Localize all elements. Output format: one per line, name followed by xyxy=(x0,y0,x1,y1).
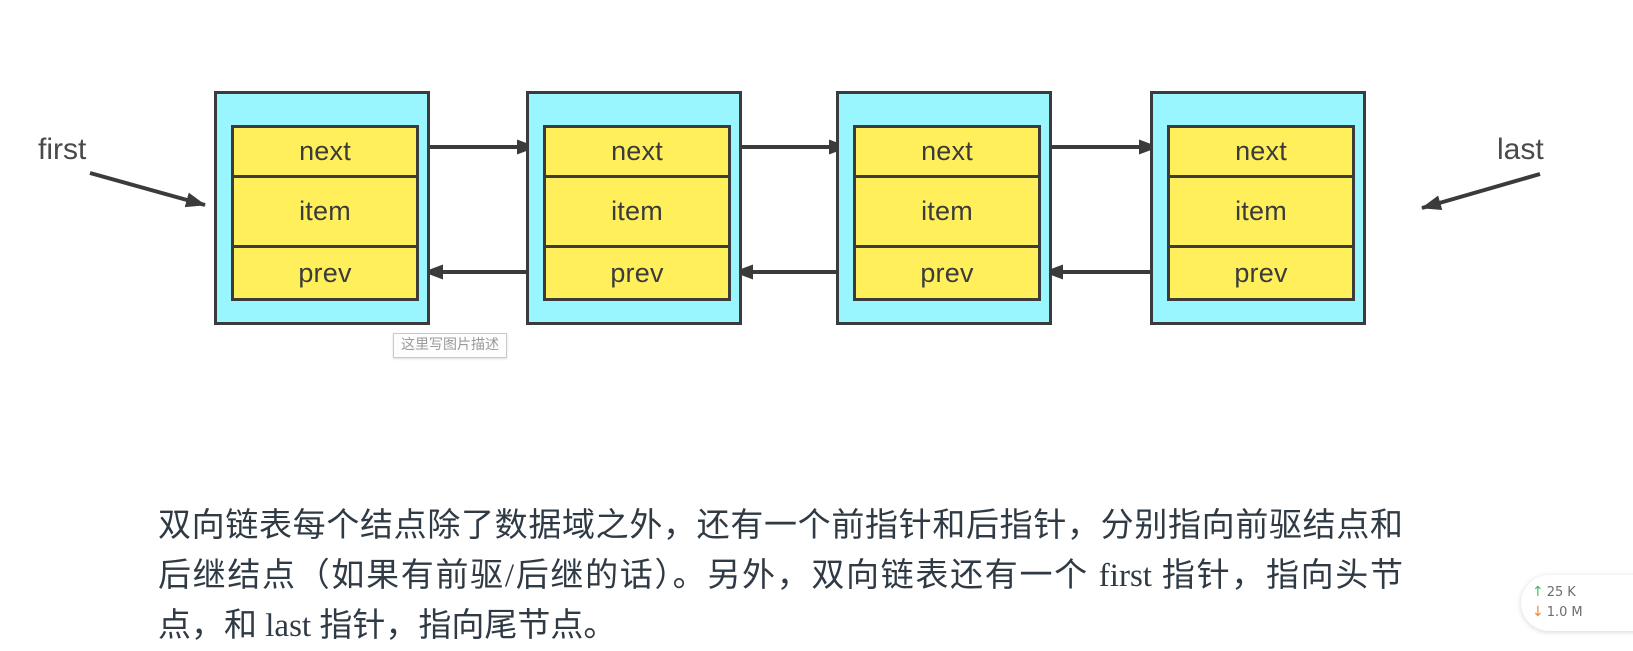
list-node-3-field-next: next xyxy=(856,128,1038,178)
download-speed-row: ↓ 1.0 M xyxy=(1532,602,1633,622)
list-node-3-fields: next item prev xyxy=(853,125,1041,301)
list-node-4-field-prev: prev xyxy=(1234,257,1288,288)
pointer-label-first: first xyxy=(38,133,87,166)
list-node-1-fields: next item prev xyxy=(231,125,419,301)
list-node-3: next item prev xyxy=(836,91,1052,325)
list-node-4-fields: next item prev xyxy=(1167,125,1355,301)
list-node-1-field-next: next xyxy=(234,128,416,178)
list-node-1-field-prev: prev xyxy=(298,257,352,288)
arrow-down-icon: ↓ xyxy=(1532,604,1544,620)
download-speed-unit: M xyxy=(1571,604,1583,620)
list-node-2-field-next: next xyxy=(546,128,728,178)
upload-speed-row: ↑ 25 K xyxy=(1532,582,1633,602)
article-paragraph: 双向链表每个结点除了数据域之外，还有一个前指针和后指针，分别指向前驱结点和后继结… xyxy=(158,508,1403,644)
list-node-3-field-prev: prev xyxy=(920,257,974,288)
list-node-2-field-prev: prev xyxy=(610,257,664,288)
arrow-up-icon: ↑ xyxy=(1532,584,1544,600)
linked-list-diagram: next item prev next item prev next item … xyxy=(0,0,1633,400)
list-node-1-field-item: item xyxy=(234,178,416,248)
list-node-4: next item prev xyxy=(1150,91,1366,325)
arrow-first-pointer xyxy=(89,171,206,208)
list-node-2-field-item: item xyxy=(546,178,728,248)
list-node-4-field-next: next xyxy=(1170,128,1352,178)
upload-speed-unit: K xyxy=(1567,584,1576,600)
list-node-4-field-item: item xyxy=(1170,178,1352,248)
list-node-2-fields: next item prev xyxy=(543,125,731,301)
list-node-1: next item prev xyxy=(214,91,430,325)
network-speed-widget[interactable]: ↑ 25 K ↓ 1.0 M xyxy=(1521,575,1633,631)
list-node-2: next item prev xyxy=(526,91,742,325)
pointer-label-last: last xyxy=(1497,133,1544,166)
list-node-3-field-item: item xyxy=(856,178,1038,248)
upload-speed-value: 25 xyxy=(1546,584,1564,600)
download-speed-value: 1.0 xyxy=(1546,604,1568,620)
image-alt-tooltip: 这里写图片描述 xyxy=(393,333,507,358)
arrow-last-pointer xyxy=(1421,172,1541,210)
